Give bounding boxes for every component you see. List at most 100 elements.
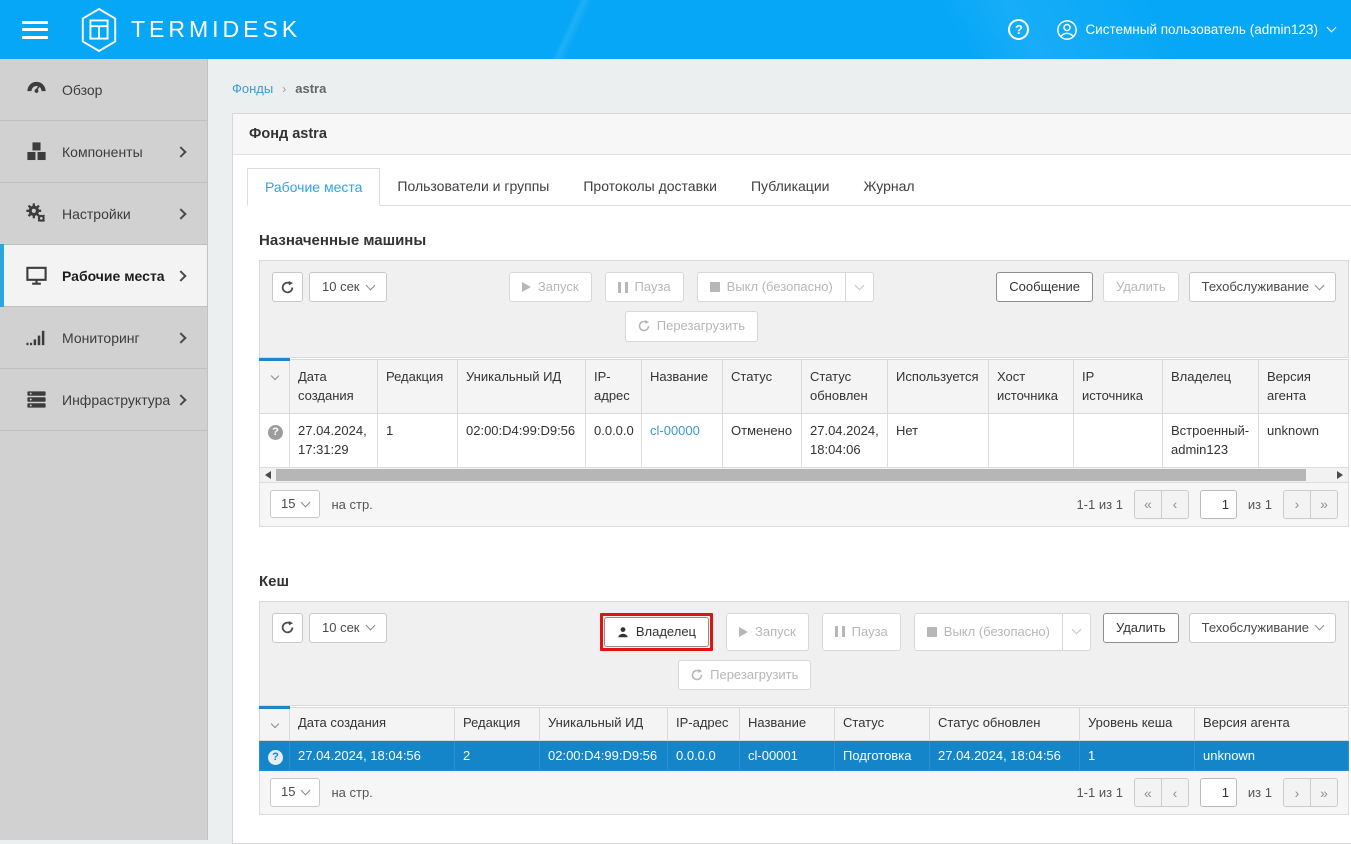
scroll-right-button[interactable] [1332,468,1348,482]
column-header[interactable]: Редакция [455,708,540,741]
breadcrumb-current: astra [295,81,326,96]
cell-agent-version: unknown [1259,413,1349,467]
scrollbar-thumb[interactable] [276,469,1306,481]
info-circle-icon[interactable]: ? [268,425,283,440]
info-circle-icon[interactable]: ? [268,750,283,765]
reboot-button[interactable]: Перезагрузить [625,311,758,341]
stop-icon [927,627,937,637]
column-header[interactable]: Уникальный ИД [540,708,668,741]
column-header[interactable]: Дата создания [290,359,378,413]
column-header[interactable]: Используется [888,359,989,413]
triangle-right-icon [1337,471,1343,479]
first-page-button[interactable]: « [1134,778,1162,807]
cell-in-use: Нет [888,413,989,467]
owner-button[interactable]: Владелец [604,617,709,647]
play-icon [739,627,748,637]
scrollbar-track[interactable] [276,468,1332,482]
shutdown-button[interactable]: Выкл (безопасно) [697,272,846,302]
chevron-down-icon [1315,621,1325,631]
column-header[interactable]: IP-адрес [668,708,740,741]
column-header[interactable]: Название [740,708,835,741]
chevron-down-icon [1315,280,1325,290]
shutdown-dropdown-button[interactable] [1062,613,1091,651]
sidebar-item-components[interactable]: Компоненты [0,121,207,183]
column-header[interactable]: Дата создания [290,708,455,741]
prev-page-button[interactable]: ‹ [1161,778,1189,807]
refresh-icon [281,281,294,294]
sidebar-item-workplaces[interactable]: Рабочие места [0,245,207,307]
refresh-button[interactable] [272,272,303,302]
cell-revision: 2 [455,740,540,771]
chevron-down-icon [270,720,278,728]
sidebar-item-infrastructure[interactable]: Инфраструктура [0,369,207,431]
sidebar-item-monitoring[interactable]: Мониторинг [0,307,207,369]
reboot-button[interactable]: Перезагрузить [678,660,811,690]
table-row[interactable]: ? 27.04.2024, 17:31:29 1 02:00:D4:99:D9:… [260,413,1349,467]
scroll-left-button[interactable] [260,468,276,482]
user-menu[interactable]: Системный пользователь (admin123) [1056,19,1335,41]
column-header[interactable]: Владелец [1163,359,1259,413]
shutdown-button[interactable]: Выкл (безопасно) [914,613,1063,651]
machine-link[interactable]: cl-00000 [650,423,700,438]
refresh-button[interactable] [272,613,303,643]
user-label: Системный пользователь (admin123) [1085,22,1318,37]
column-header[interactable]: Версия агента [1195,708,1349,741]
per-page-select[interactable]: 15 [270,778,320,806]
start-button[interactable]: Запуск [726,613,809,651]
pause-button[interactable]: Пауза [822,613,901,651]
menu-icon[interactable] [22,16,48,43]
shutdown-dropdown-button[interactable] [845,272,874,302]
per-page-select[interactable]: 15 [270,490,320,518]
delete-button[interactable]: Удалить [1103,613,1179,643]
server-icon [25,388,48,411]
column-header[interactable]: Версия агента [1259,359,1349,413]
play-icon [522,282,531,292]
column-header[interactable]: Уникальный ИД [458,359,586,413]
cell-revision: 1 [378,413,458,467]
column-header[interactable]: Название [642,359,723,413]
page-number-input[interactable] [1200,490,1237,519]
column-header[interactable]: IP источника [1074,359,1163,413]
delete-button[interactable]: Удалить [1103,272,1179,302]
refresh-interval-select[interactable]: 10 сек [309,613,387,643]
column-header[interactable]: Статус обновлен [930,708,1080,741]
help-icon[interactable]: ? [1008,19,1029,40]
last-page-button[interactable]: » [1310,778,1338,807]
next-page-button[interactable]: › [1283,490,1311,519]
tab-users-groups[interactable]: Пользователи и группы [380,168,566,206]
tab-delivery-protocols[interactable]: Протоколы доставки [566,168,734,206]
last-page-button[interactable]: » [1310,490,1338,519]
table-row-selected[interactable]: ? 27.04.2024, 18:04:56 2 02:00:D4:99:D9:… [260,740,1349,771]
assigned-toolbar: 10 сек Запуск Пауза [259,260,1349,358]
pause-button[interactable]: Пауза [605,272,684,302]
column-header[interactable]: Редакция [378,359,458,413]
next-page-button[interactable]: › [1283,778,1311,807]
tab-publications[interactable]: Публикации [734,168,846,206]
column-header[interactable]: Хост источника [989,359,1074,413]
first-page-button[interactable]: « [1134,490,1162,519]
column-header[interactable]: Статус [723,359,802,413]
select-all-header[interactable] [260,359,290,413]
cell-source-host [989,413,1074,467]
page-number-input[interactable] [1200,778,1237,807]
maintenance-button[interactable]: Техобслуживание [1189,272,1336,302]
prev-page-button[interactable]: ‹ [1161,490,1189,519]
tab-workplaces[interactable]: Рабочие места [247,168,380,206]
message-button[interactable]: Сообщение [996,272,1093,302]
start-button[interactable]: Запуск [509,272,592,302]
sidebar-item-settings[interactable]: Настройки [0,183,207,245]
refresh-interval-select[interactable]: 10 сек [309,272,387,302]
column-header[interactable]: IP-адрес [586,359,642,413]
column-header[interactable]: Статус обновлен [802,359,888,413]
tab-journal[interactable]: Журнал [846,168,931,206]
cell-status-updated: 27.04.2024, 18:04:56 [930,740,1080,771]
assigned-table-container: Дата создания Редакция Уникальный ИД IP-… [259,358,1349,468]
column-header[interactable]: Статус [835,708,930,741]
select-all-header[interactable] [260,708,290,741]
refresh-icon [281,621,294,634]
column-header[interactable]: Уровень кеша [1080,708,1195,741]
cache-title: Кеш [259,573,1349,590]
sidebar-item-overview[interactable]: Обзор [0,59,207,121]
maintenance-button[interactable]: Техобслуживание [1189,613,1336,643]
breadcrumb-link-funds[interactable]: Фонды [232,81,273,96]
